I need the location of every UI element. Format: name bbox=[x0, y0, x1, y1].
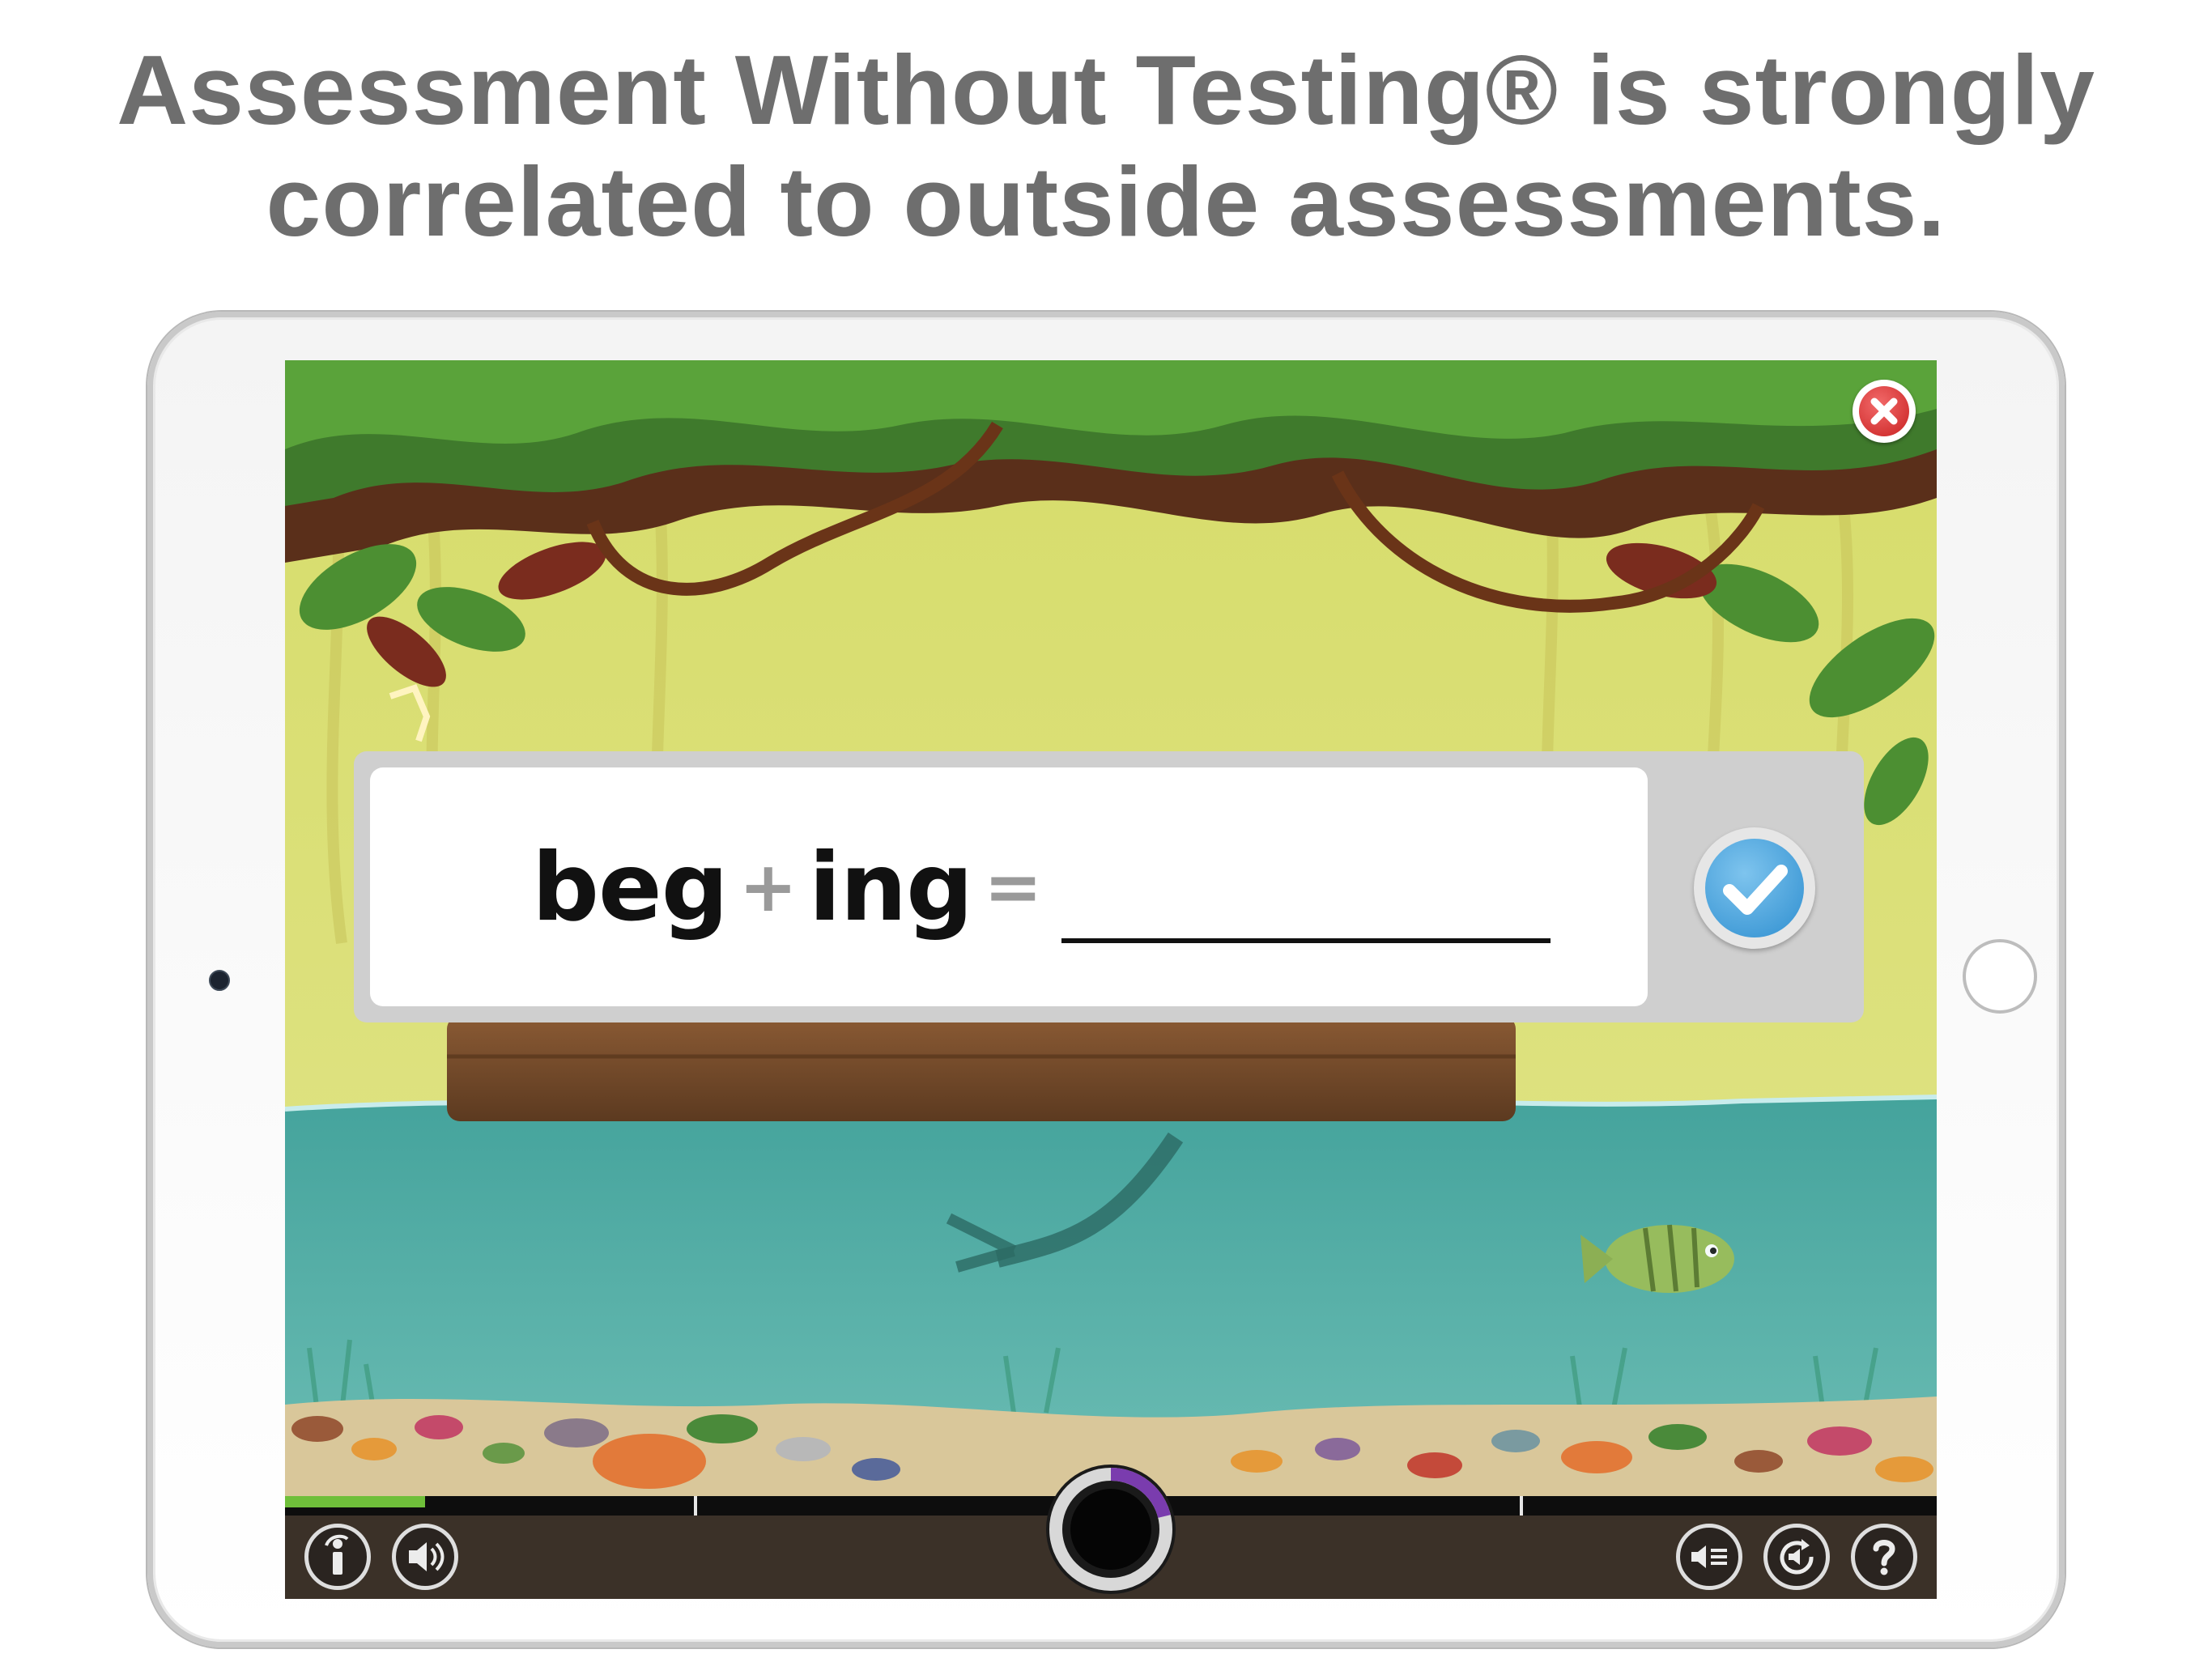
repeat-icon bbox=[1780, 1539, 1814, 1575]
base-word: beg bbox=[532, 832, 729, 942]
app-screen: beg + ing = bbox=[285, 360, 1937, 1599]
suffix: ing bbox=[808, 832, 973, 942]
progress-tick bbox=[694, 1496, 697, 1516]
repeat-button[interactable] bbox=[1763, 1524, 1830, 1590]
close-button[interactable] bbox=[1853, 380, 1916, 443]
answer-input[interactable] bbox=[1061, 864, 1551, 943]
headline-line-2: correlated to outside assessments. bbox=[266, 147, 1946, 257]
question-mark-icon bbox=[1873, 1540, 1895, 1575]
checkmark-icon bbox=[1705, 839, 1804, 937]
progress-fill bbox=[285, 1496, 426, 1507]
info-icon bbox=[325, 1534, 349, 1575]
replay-audio-icon bbox=[1691, 1545, 1727, 1568]
speaker-button[interactable] bbox=[392, 1524, 458, 1590]
equals-sign: = bbox=[984, 847, 1043, 928]
headline-line-1: Assessment Without Testing® is strongly bbox=[117, 35, 2095, 145]
question-panel: beg + ing = bbox=[354, 751, 1864, 1022]
progress-tick bbox=[1520, 1496, 1523, 1516]
marketing-headline: Assessment Without Testing® is strongly … bbox=[0, 34, 2212, 257]
timer-dial-icon bbox=[1049, 1468, 1172, 1591]
close-icon bbox=[1859, 386, 1909, 436]
question-card: beg + ing = bbox=[370, 767, 1648, 1006]
speaker-icon bbox=[409, 1542, 445, 1571]
front-camera bbox=[209, 970, 230, 991]
home-button[interactable] bbox=[1963, 939, 2037, 1014]
info-button[interactable] bbox=[304, 1524, 371, 1590]
submit-check-button[interactable] bbox=[1694, 827, 1815, 949]
help-button[interactable] bbox=[1851, 1524, 1917, 1590]
word-equation: beg + ing = bbox=[532, 831, 1551, 944]
timer-dial bbox=[1046, 1465, 1176, 1594]
plus-sign: + bbox=[738, 847, 798, 928]
replay-audio-button[interactable] bbox=[1676, 1524, 1742, 1590]
